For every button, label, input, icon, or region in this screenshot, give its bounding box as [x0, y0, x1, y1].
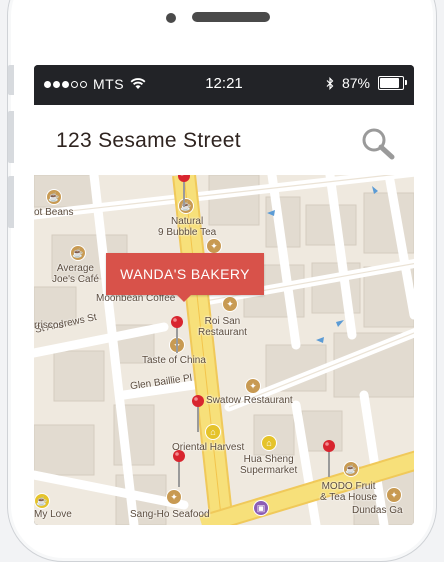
- place-label: Swatow Restaurant: [206, 395, 293, 406]
- map-pin[interactable]: [322, 439, 336, 479]
- transit-icon[interactable]: ▣: [253, 500, 269, 516]
- map-view[interactable]: St Andrews St Glen Baillie Pl ☕ ☕ ✦ ☕ ✦ …: [34, 175, 414, 525]
- map-pin[interactable]: [172, 449, 186, 489]
- earpiece-speaker: [192, 12, 270, 22]
- map-pin[interactable]: [170, 315, 184, 355]
- address-title: 123 Sesame Street: [56, 129, 241, 152]
- restaurant-icon[interactable]: ✦: [166, 489, 182, 505]
- restaurant-icon[interactable]: ✦: [386, 487, 402, 503]
- battery-cap: [405, 80, 407, 85]
- restaurant-icon[interactable]: ✦: [206, 238, 222, 254]
- place-label: Roi San Restaurant: [198, 316, 247, 338]
- place-name: 9 Bubble Tea: [158, 227, 217, 238]
- map-pin[interactable]: [191, 394, 205, 434]
- place-label: Hua Sheng Supermarket: [240, 454, 297, 476]
- place-name: Roi San: [204, 316, 241, 327]
- app-screen: MTS 12:21 87% 123 Sesame Street St Andre…: [34, 65, 414, 525]
- search-button[interactable]: [360, 127, 396, 161]
- place-label: MODO Fruit & Tea House: [320, 481, 377, 503]
- restaurant-icon[interactable]: ✦: [245, 378, 261, 394]
- place-name: MODO Fruit: [321, 481, 376, 492]
- selected-place-callout[interactable]: WANDA'S BAKERY: [106, 253, 264, 302]
- cafe-icon[interactable]: ☕: [46, 189, 62, 205]
- restaurant-icon[interactable]: ✦: [222, 296, 238, 312]
- place-name: Average: [56, 263, 94, 274]
- status-right: 87%: [326, 75, 407, 91]
- address-header: 123 Sesame Street: [34, 105, 414, 176]
- volume-down-button: [8, 176, 14, 228]
- place-label: Taste of China: [142, 355, 206, 366]
- place-label: Sang-Ho Seafood: [130, 509, 210, 520]
- place-name: Natural: [170, 216, 204, 227]
- status-bar: MTS 12:21 87%: [34, 65, 414, 105]
- place-label: Dundas Ga: [352, 505, 403, 516]
- grocery-icon[interactable]: ⌂: [205, 424, 221, 440]
- battery-fill: [380, 78, 400, 88]
- place-name: Supermarket: [240, 465, 298, 476]
- place-label: ot Beans: [34, 207, 74, 218]
- map-pin[interactable]: [177, 175, 191, 209]
- place-name: Hua Sheng: [243, 454, 294, 465]
- volume-up-button: [8, 111, 14, 163]
- place-label: rriscos: [34, 320, 64, 331]
- place-label: Natural 9 Bubble Tea: [158, 216, 216, 238]
- place-label: My Love: [34, 509, 72, 520]
- battery-percent: 87%: [341, 75, 370, 91]
- mute-switch: [8, 65, 14, 95]
- front-camera: [166, 13, 176, 23]
- place-label: Average Joe's Café: [52, 263, 99, 285]
- place-name: Joe's Café: [52, 274, 99, 285]
- place-name: & Tea House: [320, 492, 378, 503]
- cafe-icon[interactable]: ☕: [343, 461, 359, 477]
- grocery-icon[interactable]: ⌂: [261, 435, 277, 451]
- cafe-icon[interactable]: ☕: [70, 245, 86, 261]
- cafe-icon[interactable]: ☕: [34, 493, 50, 509]
- battery-icon: [378, 76, 407, 90]
- search-icon: [362, 128, 395, 160]
- place-name: Restaurant: [198, 327, 247, 338]
- bluetooth-icon: [326, 76, 334, 90]
